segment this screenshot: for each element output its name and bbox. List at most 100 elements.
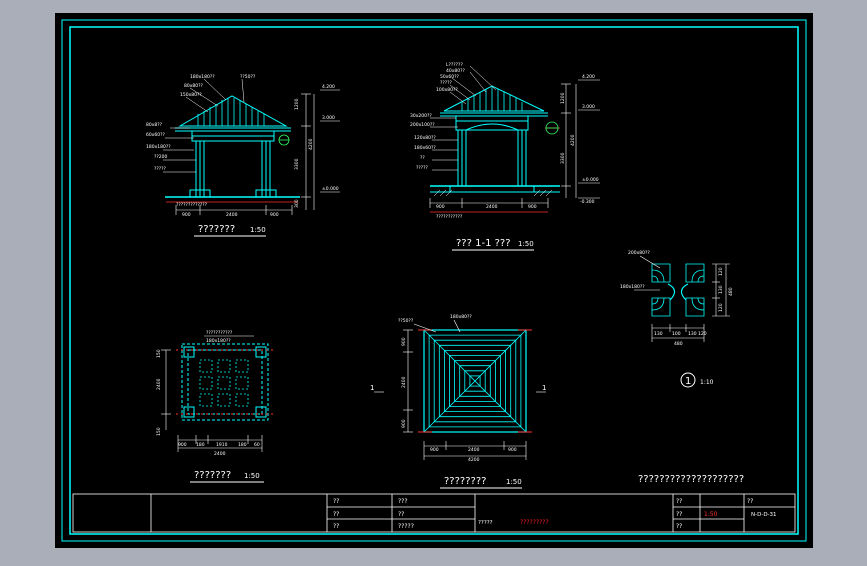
tb-scale-value: 1:50 — [704, 511, 718, 518]
front-title-text: ??????? — [198, 224, 235, 235]
section-side-dim-1: 4200 — [570, 134, 576, 146]
roof-section-mark-right: 1 — [542, 384, 546, 392]
roof-title-text: ???????? — [444, 476, 486, 487]
roof-plan-view — [423, 329, 527, 433]
plan-left-dim-2: 150 — [156, 427, 162, 436]
roof-bottom-dim-1: 2400 — [468, 447, 480, 453]
plan-title-text: ??????? — [194, 470, 231, 481]
section-bottom-note: ??????????? — [436, 214, 463, 220]
drawing-sheet: 180x180?? ??50?? 80x80?? 150x80?? 80x8??… — [55, 13, 813, 548]
front-callout-4: 80x8?? — [146, 122, 163, 128]
section-callout-1: 40x80?? — [446, 68, 466, 74]
front-callout-3: 150x80?? — [180, 92, 202, 98]
tb-row2-b: ?? — [398, 511, 404, 518]
section-side-dim-2: 3300 — [560, 152, 566, 164]
roof-left-dim-0: 900 — [401, 337, 407, 346]
detail-right-dim-3: 480 — [728, 287, 734, 296]
tb-row3-b: ????? — [398, 523, 414, 530]
plan-callout: 180x180?? — [206, 338, 231, 344]
roof-bottom-dim-2: 900 — [508, 447, 517, 453]
tb-drawing-name: ????????? — [520, 519, 549, 526]
section-level-0: 4.200 — [582, 74, 595, 80]
detail-marker-number: 1 — [685, 376, 691, 387]
section-callout-6: 200x100?? — [410, 122, 435, 128]
detail-right-dim-0: 120 — [718, 267, 724, 276]
plan-left-dim-1: 2400 — [156, 378, 162, 390]
front-callout-1: ??50?? — [240, 74, 256, 80]
front-callout-8: ????? — [154, 166, 167, 172]
roof-title-scale: 1:50 — [506, 478, 522, 486]
plan-bottom-dim-0: 900 — [178, 442, 187, 448]
section-callout-4: 100x80?? — [436, 87, 458, 93]
tb-row2-a: ?? — [333, 511, 339, 518]
tb-sheet-label: ?? — [747, 498, 753, 505]
plan-top-note: ??????????? — [206, 330, 233, 336]
plan-bottom-total: 2400 — [214, 451, 226, 457]
section-bottom-dim-2: 900 — [528, 204, 537, 210]
detail-marker-scale: 1:10 — [700, 379, 714, 386]
cad-viewport: 180x180?? ??50?? 80x80?? 150x80?? 80x8??… — [0, 0, 867, 562]
detail-bottom-total: 480 — [674, 341, 683, 347]
section-level-2: ±0.000 — [582, 177, 599, 183]
front-side-dim-0: 1200 — [294, 98, 300, 110]
detail-bottom-dim-3: 120 — [698, 331, 707, 337]
tb-project-label: ?? — [676, 498, 682, 505]
section-level-3: -0.300 — [580, 199, 595, 205]
plan-bottom-dim-3: 180 — [238, 442, 247, 448]
roof-callout-1: 180x80?? — [450, 314, 472, 320]
section-title-scale: 1:50 — [518, 240, 534, 248]
front-title-scale: 1:50 — [250, 226, 266, 234]
tb-sheet-number: N-D-D-31 — [751, 512, 777, 518]
roof-section-mark-left: 1 — [370, 384, 374, 392]
section-callout-5: 30x200?? — [410, 113, 432, 119]
detail-right-dim-2: 120 — [718, 303, 724, 312]
tb-row1-a: ?? — [333, 498, 339, 505]
section-callout-8: 180x60?? — [414, 145, 436, 151]
detail-bottom-dim-2: 130 — [688, 331, 697, 337]
roof-left-dim-1: 2400 — [401, 376, 407, 388]
section-level-1: 3.000 — [582, 104, 595, 110]
section-callout-2: 50x60?? — [440, 74, 460, 80]
tb-row1-b: ??? — [398, 498, 408, 505]
front-callout-0: 180x180?? — [190, 74, 215, 80]
plan-bottom-dim-4: 60 — [254, 442, 260, 448]
front-callout-2: 80x80?? — [184, 83, 204, 89]
section-bottom-dim-1: 2400 — [486, 204, 498, 210]
front-callout-5: 60x60?? — [146, 132, 166, 138]
front-level-1: 3.000 — [322, 115, 335, 121]
plan-title-scale: 1:50 — [244, 472, 260, 480]
plan-bottom-dim-1: 180 — [196, 442, 205, 448]
tb-scale-label: ?? — [676, 511, 682, 518]
tb-row3-a: ?? — [333, 523, 339, 530]
sheet-background — [55, 13, 813, 548]
front-level-2: ±0.000 — [322, 186, 339, 192]
plan-bottom-dim-2: 1910 — [216, 442, 228, 448]
detail-right-dim-1: 130 — [718, 285, 724, 294]
section-bottom-dim-0: 900 — [436, 204, 445, 210]
front-level-0: 4.200 — [322, 84, 335, 90]
front-bottom-dim-1: 2400 — [226, 212, 238, 218]
front-bottom-note: ????????????? — [176, 202, 208, 208]
front-side-dim-3: 300 — [294, 199, 300, 208]
detail-bottom-dim-1: 100 — [672, 331, 681, 337]
plan-left-dim-0: 150 — [156, 349, 162, 358]
front-callout-7: ??200 — [154, 154, 168, 160]
front-side-dim-1: 4200 — [308, 138, 314, 150]
roof-bottom-total: 4200 — [468, 457, 480, 463]
detail-callout-0: 200x80?? — [628, 250, 650, 256]
detail-bottom-dim-0: 130 — [654, 331, 663, 337]
front-callout-6: 180x180?? — [146, 144, 171, 150]
section-callout-0: L?????? — [446, 62, 463, 68]
roof-left-dim-2: 900 — [401, 419, 407, 428]
section-side-dim-0: 1200 — [560, 92, 566, 104]
section-callout-9: ?? — [420, 155, 425, 161]
section-title-text: ??? 1-1 ??? — [456, 238, 511, 249]
front-bottom-dim-0: 900 — [182, 212, 191, 218]
section-callout-7: 120x80?? — [414, 135, 436, 141]
section-callout-3: ????? — [440, 80, 453, 86]
detail-callout-1: 180x180?? — [620, 284, 645, 290]
front-side-dim-2: 3300 — [294, 158, 300, 170]
general-note: ???????????????????? — [638, 474, 744, 485]
roof-callout-0: ??50?? — [398, 318, 414, 324]
tb-drawing-label: ????? — [478, 520, 493, 526]
